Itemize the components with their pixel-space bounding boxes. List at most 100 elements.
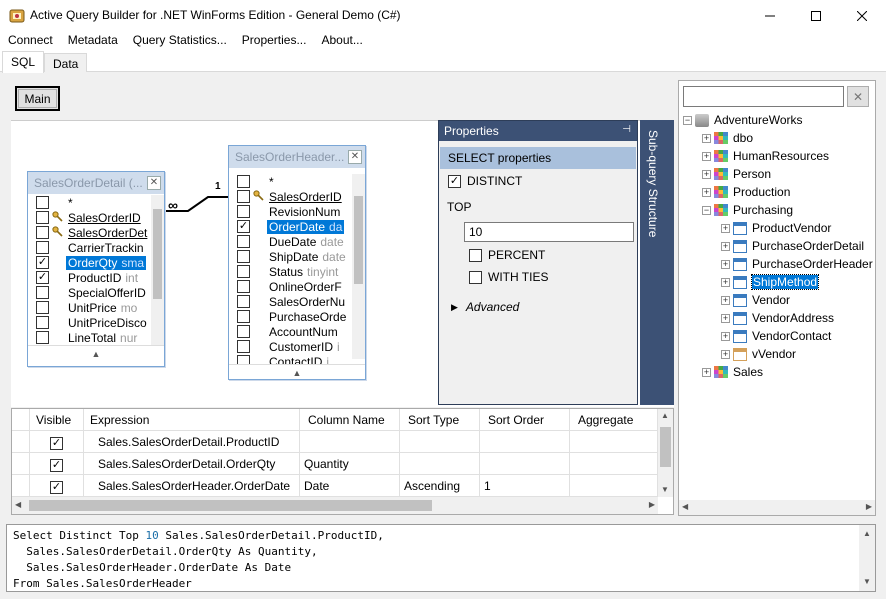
field-row[interactable]: SalesOrderNu bbox=[229, 294, 353, 309]
scroll-up-icon[interactable]: ▲ bbox=[863, 529, 871, 538]
expand-icon[interactable]: + bbox=[702, 169, 711, 179]
menu-connect[interactable]: Connect bbox=[0, 31, 60, 51]
field-row[interactable]: PurchaseOrde bbox=[229, 309, 353, 324]
visible-cell[interactable]: ✓ bbox=[30, 475, 84, 497]
visible-checkbox[interactable]: ✓ bbox=[50, 437, 63, 450]
distinct-checkbox[interactable]: ✓ bbox=[448, 174, 461, 188]
maximize-icon[interactable] bbox=[793, 0, 839, 31]
aggregate-cell[interactable] bbox=[570, 453, 658, 475]
field-row[interactable]: ContactID i bbox=[229, 354, 353, 364]
column-name-cell[interactable]: Quantity bbox=[300, 453, 400, 475]
scrollbar[interactable] bbox=[151, 195, 164, 345]
tree-hscroll[interactable]: ◀ ▶ bbox=[679, 500, 875, 515]
expand-icon[interactable]: + bbox=[721, 223, 730, 233]
tree-node[interactable]: + Production bbox=[702, 183, 790, 201]
with-ties-checkbox[interactable] bbox=[469, 270, 482, 284]
grid-header-aggregate[interactable]: Aggregate bbox=[570, 409, 658, 431]
field-checkbox[interactable] bbox=[237, 295, 250, 308]
expression-cell[interactable]: Sales.SalesOrderHeader.OrderDate bbox=[84, 475, 300, 497]
scroll-left-icon[interactable]: ◀ bbox=[682, 502, 688, 511]
expression-cell[interactable]: Sales.SalesOrderDetail.ProductID bbox=[84, 431, 300, 453]
field-row[interactable]: Status tinyint bbox=[229, 264, 353, 279]
with-ties-option[interactable]: WITH TIES bbox=[469, 270, 548, 284]
field-checkbox[interactable] bbox=[36, 196, 49, 209]
field-checkbox[interactable]: ✓ bbox=[237, 220, 250, 233]
close-icon[interactable]: ✕ bbox=[348, 150, 362, 164]
main-query-button[interactable]: Main bbox=[15, 86, 60, 111]
table-title[interactable]: SalesOrderHeader... ✕ bbox=[229, 146, 365, 168]
scrollbar[interactable] bbox=[352, 174, 365, 359]
expression-cell[interactable]: Sales.SalesOrderDetail.OrderQty bbox=[84, 453, 300, 475]
collapse-icon[interactable]: − bbox=[683, 115, 692, 125]
field-row[interactable]: DueDate date bbox=[229, 234, 353, 249]
collapse-icon[interactable]: ▲ bbox=[28, 345, 164, 365]
field-row[interactable]: LineTotal nur bbox=[28, 330, 152, 345]
advanced-expander[interactable]: ▶ Advanced bbox=[451, 300, 519, 314]
menu-query-statistics[interactable]: Query Statistics... bbox=[125, 31, 234, 51]
grid-header-visible[interactable]: Visible bbox=[30, 409, 84, 431]
scroll-right-icon[interactable]: ▶ bbox=[866, 502, 872, 511]
field-checkbox[interactable]: ✓ bbox=[36, 256, 49, 269]
scroll-up-icon[interactable]: ▲ bbox=[661, 411, 669, 420]
field-checkbox[interactable] bbox=[36, 331, 49, 344]
field-row[interactable]: AccountNum bbox=[229, 324, 353, 339]
field-row[interactable]: * bbox=[229, 174, 353, 189]
sql-text-editor[interactable]: Select Distinct Top 10 Sales.SalesOrderD… bbox=[6, 524, 876, 592]
field-checkbox[interactable] bbox=[237, 235, 250, 248]
field-checkbox[interactable] bbox=[237, 280, 250, 293]
aggregate-cell[interactable] bbox=[570, 431, 658, 453]
grid-vscroll[interactable]: ▲ ▼ bbox=[658, 409, 673, 497]
field-row[interactable]: ✓ OrderQty sma bbox=[28, 255, 152, 270]
scrollbar-thumb[interactable] bbox=[29, 500, 432, 511]
clear-search-button[interactable]: ✕ bbox=[847, 86, 869, 107]
sort-order-cell[interactable]: 1 bbox=[480, 475, 570, 497]
tree-node[interactable]: + Person bbox=[702, 165, 771, 183]
menu-metadata[interactable]: Metadata bbox=[60, 31, 125, 51]
field-row[interactable]: CustomerID i bbox=[229, 339, 353, 354]
table-title[interactable]: SalesOrderDetail (... ✕ bbox=[28, 172, 164, 194]
minimize-icon[interactable] bbox=[747, 0, 793, 31]
expand-icon[interactable]: + bbox=[702, 151, 711, 161]
field-checkbox[interactable] bbox=[237, 175, 250, 188]
scroll-down-icon[interactable]: ▼ bbox=[661, 485, 669, 494]
scroll-right-icon[interactable]: ▶ bbox=[649, 500, 655, 509]
expand-icon[interactable]: + bbox=[702, 187, 711, 197]
expand-icon[interactable]: + bbox=[702, 133, 711, 143]
field-checkbox[interactable] bbox=[237, 355, 250, 364]
field-row[interactable]: SpecialOfferID bbox=[28, 285, 152, 300]
field-row[interactable]: SalesOrderID bbox=[229, 189, 353, 204]
visible-checkbox[interactable]: ✓ bbox=[50, 481, 63, 494]
field-row[interactable]: ShipDate date bbox=[229, 249, 353, 264]
expand-icon[interactable]: + bbox=[721, 331, 730, 341]
visible-cell[interactable]: ✓ bbox=[30, 453, 84, 475]
field-checkbox[interactable] bbox=[237, 325, 250, 338]
tree-node[interactable]: + dbo bbox=[702, 129, 753, 147]
scrollbar-thumb[interactable] bbox=[354, 196, 363, 284]
expand-icon[interactable]: + bbox=[721, 259, 730, 269]
row-header[interactable] bbox=[12, 431, 30, 453]
grid-header-sort-order[interactable]: Sort Order bbox=[480, 409, 570, 431]
grid-header-expression[interactable]: Expression bbox=[84, 409, 300, 431]
row-header[interactable] bbox=[12, 475, 30, 497]
tree-node[interactable]: + ShipMethod bbox=[721, 273, 820, 291]
field-row[interactable]: OnlineOrderF bbox=[229, 279, 353, 294]
expand-icon[interactable]: + bbox=[721, 313, 730, 323]
row-header[interactable] bbox=[12, 453, 30, 475]
field-row[interactable]: SalesOrderDet bbox=[28, 225, 152, 240]
scrollbar-thumb[interactable] bbox=[153, 209, 162, 299]
table-sales-order-detail[interactable]: SalesOrderDetail (... ✕ * SalesOrderID Sal… bbox=[27, 171, 165, 367]
expand-icon[interactable]: + bbox=[721, 349, 730, 359]
visible-checkbox[interactable]: ✓ bbox=[50, 459, 63, 472]
tree-node[interactable]: + HumanResources bbox=[702, 147, 829, 165]
tree-node[interactable]: + vVendor bbox=[721, 345, 796, 363]
sort-type-cell[interactable]: Ascending bbox=[400, 475, 480, 497]
top-input[interactable] bbox=[464, 222, 634, 242]
field-row[interactable]: UnitPriceDisco bbox=[28, 315, 152, 330]
sort-type-cell[interactable] bbox=[400, 431, 480, 453]
aggregate-cell[interactable] bbox=[570, 475, 658, 497]
field-checkbox[interactable] bbox=[36, 286, 49, 299]
table-sales-order-header[interactable]: SalesOrderHeader... ✕ * SalesOrderID Revis… bbox=[228, 145, 366, 380]
scroll-left-icon[interactable]: ◀ bbox=[15, 500, 21, 509]
column-name-cell[interactable]: Date bbox=[300, 475, 400, 497]
sort-type-cell[interactable] bbox=[400, 453, 480, 475]
